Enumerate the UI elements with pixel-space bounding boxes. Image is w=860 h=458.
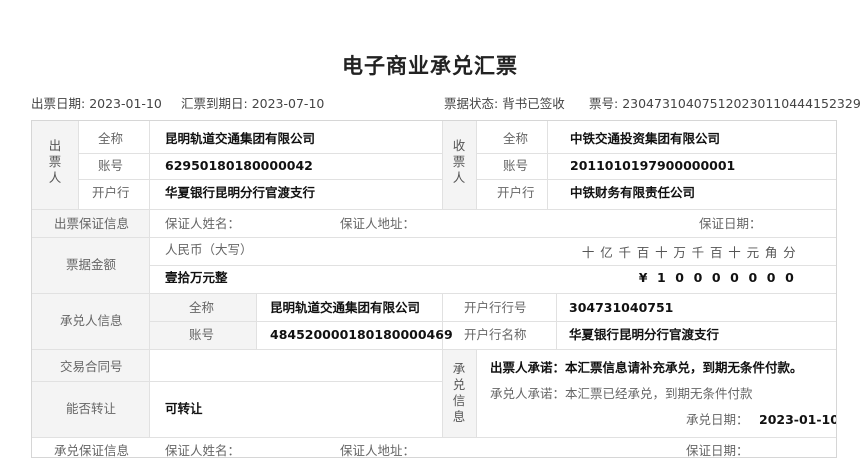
drawer-account: 62950180180000042	[165, 158, 313, 173]
drawer-name: 昆明轨道交通集团有限公司	[165, 131, 316, 146]
acceptor-name-label: 全称	[189, 300, 215, 315]
transfer-value: 可转让	[165, 401, 203, 416]
digit: 0	[766, 270, 776, 285]
transfer-label: 能否转让	[66, 401, 117, 416]
drawer-account-label: 账号	[98, 158, 124, 173]
unit-shi-wan: 十	[655, 245, 668, 260]
payee-bank-label: 开户行	[497, 185, 535, 200]
acceptance-date-label: 承兑日期：	[686, 412, 749, 427]
payee-bank: 中铁财务有限责任公司	[570, 185, 696, 200]
payee-account-label: 账号	[503, 158, 529, 173]
guarantor-name-label: 保证人姓名：	[165, 216, 241, 231]
acceptor-guarantee-date-label: 保证日期：	[686, 443, 749, 458]
unit-jiao: 角	[764, 245, 778, 260]
unit-bai: 百	[709, 245, 723, 260]
acceptor-bank-name: 华夏银行昆明分行官渡支行	[569, 327, 720, 342]
digit: 0	[675, 270, 684, 285]
issue-date-value: 2023-01-10	[89, 96, 162, 111]
unit-wan: 万	[673, 245, 686, 260]
currency-symbol: ¥	[638, 270, 648, 285]
guarantee-label: 出票保证信息	[54, 216, 130, 231]
drawer-bank: 华夏银行昆明分行官渡支行	[165, 185, 316, 200]
due-date-value: 2023-07-10	[251, 96, 325, 111]
digit: 1	[656, 270, 666, 285]
unit-yi: 亿	[600, 245, 613, 260]
unit-shi-yi: 十	[581, 245, 595, 260]
acceptor-bank-no-label: 开户行行号	[464, 300, 527, 315]
acceptor-guarantor-address-label: 保证人地址：	[340, 443, 416, 458]
amount-label: 票据金额	[66, 257, 117, 272]
digit	[579, 270, 597, 285]
digit: 0	[693, 270, 703, 285]
amount-unit-header: 十 亿 千 百 十 万 千 百 十 元 角 分	[579, 242, 799, 261]
unit-qian: 千	[691, 245, 705, 260]
digit: 0	[730, 270, 739, 285]
payee-name: 中铁交通投资集团有限公司	[570, 131, 721, 146]
payee-account: 2011010197900000001	[570, 158, 736, 173]
acceptor-account: 484520000180180000469	[270, 327, 453, 342]
acceptor-bank-name-label: 开户行名称	[464, 327, 527, 342]
acceptance-section-label: 承 兑 信 息	[452, 361, 466, 424]
rmb-label: 人民币（大写）	[165, 242, 253, 257]
bill-number-value: 230473104075120230110444152329	[622, 96, 860, 111]
acceptance-date: 2023-01-10	[759, 412, 837, 427]
unit-shi: 十	[728, 245, 741, 260]
drawer-section-label: 出 票 人	[48, 138, 62, 185]
digit: 0	[785, 270, 794, 285]
guarantor-address-label: 保证人地址：	[340, 216, 416, 231]
contract-label: 交易合同号	[60, 359, 123, 374]
drawer-promise: 出票人承诺：本汇票信息请补充承兑，到期无条件付款。	[490, 360, 803, 375]
drawer-bank-label: 开户行	[92, 185, 130, 200]
due-date: 汇票到期日: 2023-07-10	[181, 93, 324, 112]
bill-number-label: 票号:	[589, 96, 619, 111]
acceptor-promise: 承兑人承诺：本汇票已经承兑，到期无条件付款	[490, 386, 753, 401]
page-title: 电子商业承兑汇票	[342, 54, 518, 78]
bill-status-label: 票据状态:	[444, 96, 499, 111]
digit	[597, 270, 615, 285]
acceptor-account-label: 账号	[189, 327, 215, 342]
unit-qian-wan: 千	[618, 245, 631, 260]
digit	[616, 270, 634, 285]
acceptor-guarantor-name-label: 保证人姓名：	[165, 443, 241, 458]
due-date-label: 汇票到期日:	[181, 96, 248, 111]
issue-date-label: 出票日期:	[31, 96, 86, 111]
bill-table: 出 票 人 全称 昆明轨道交通集团有限公司 账号 629501801800000…	[31, 120, 837, 458]
digit: 0	[748, 270, 758, 285]
acceptor-guarantee-label: 承兑保证信息	[54, 443, 130, 458]
unit-yuan: 元	[746, 245, 760, 260]
bill-status-value: 背书已签收	[502, 96, 565, 111]
amount-in-words: 壹拾万元整	[165, 270, 228, 285]
bill-status: 票据状态: 背书已签收	[444, 93, 565, 112]
digit: 0	[711, 270, 721, 285]
payee-name-label: 全称	[503, 131, 529, 146]
issue-date: 出票日期: 2023-01-10	[31, 93, 162, 112]
amount-digits: ¥ 1 0 0 0 0 0 0 0	[579, 270, 799, 285]
unit-bai-wan: 百	[636, 245, 650, 260]
bill-number: 票号: 230473104075120230110444152329	[589, 93, 860, 112]
payee-section-label: 收 票 人	[452, 138, 466, 185]
acceptor-name: 昆明轨道交通集团有限公司	[270, 300, 421, 315]
drawer-name-label: 全称	[98, 131, 124, 146]
acceptor-bank-no: 304731040751	[569, 300, 674, 315]
acceptor-label: 承兑人信息	[60, 313, 123, 328]
unit-fen: 分	[783, 245, 796, 260]
guarantee-date-label: 保证日期：	[699, 216, 762, 231]
